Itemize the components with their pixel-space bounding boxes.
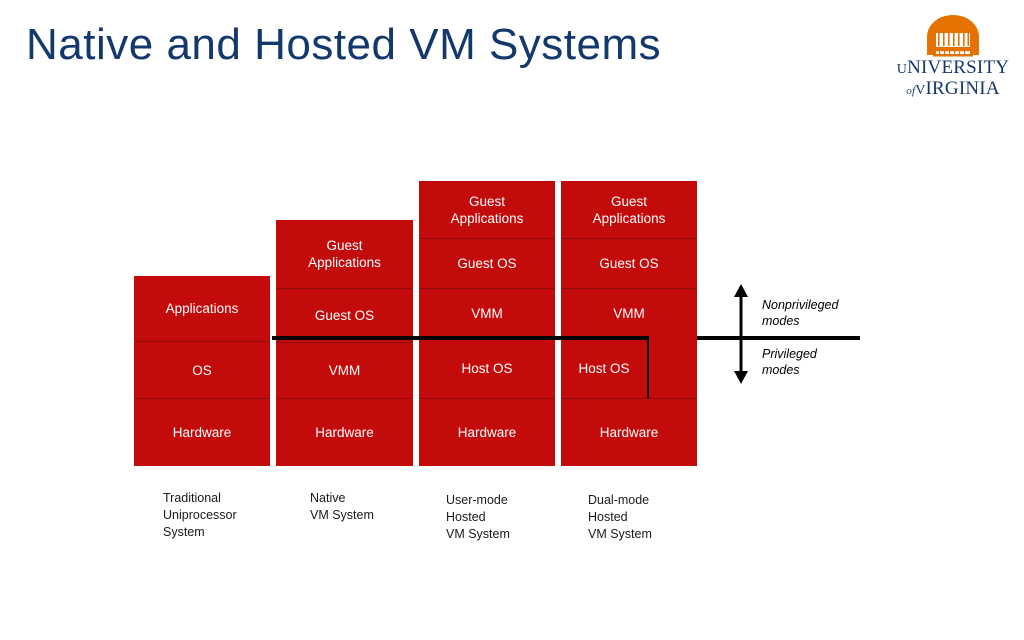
- layer-hardware: Hardware: [419, 398, 555, 466]
- host-os-right-edge-line: [647, 338, 649, 398]
- caption-user-mode-hosted-vm-system: User-mode Hosted VM System: [446, 493, 510, 541]
- layer-hardware: Hardware: [276, 398, 413, 466]
- layer-hardware: Hardware: [134, 398, 270, 466]
- layer-vmm: VMM: [419, 288, 555, 338]
- layer-applications: Applications: [134, 276, 270, 341]
- label-privileged-modes: Privileged modes: [762, 347, 817, 377]
- layer-host-os: Host OS: [561, 338, 649, 398]
- layer-guest-os: Guest OS: [561, 238, 697, 288]
- layer-guest-os: Guest OS: [419, 238, 555, 288]
- layer-vmm: VMM: [276, 342, 413, 398]
- privilege-boundary-line-right: [697, 336, 860, 340]
- vm-architecture-diagram: Applications OS Hardware Guest Applicatio…: [0, 0, 1024, 640]
- layer-guest-os: Guest OS: [276, 288, 413, 342]
- caption-native-vm-system: Native VM System: [310, 491, 374, 522]
- stack-traditional-uniprocessor-system: Applications OS Hardware: [134, 276, 270, 466]
- layer-hardware: Hardware: [561, 398, 697, 466]
- label-nonprivileged-modes: Nonprivileged modes: [762, 298, 839, 328]
- layer-vmm: VMM: [561, 288, 697, 338]
- layer-guest-applications: Guest Applications: [419, 181, 555, 238]
- stack-dual-mode-hosted-vm-system: Guest Applications Guest OS VMM Host OS H…: [561, 181, 697, 466]
- layer-guest-applications: Guest Applications: [276, 220, 413, 288]
- privilege-boundary-line-left: [272, 336, 649, 340]
- privilege-mode-arrow-icon: [734, 284, 748, 384]
- layer-os: OS: [134, 341, 270, 398]
- stack-native-vm-system: Guest Applications Guest OS VMM Hardware: [276, 220, 413, 466]
- layer-host-os: Host OS: [419, 338, 555, 398]
- layer-guest-applications: Guest Applications: [561, 181, 697, 238]
- caption-traditional-uniprocessor-system: Traditional Uniprocessor System: [163, 491, 237, 539]
- caption-dual-mode-hosted-vm-system: Dual-mode Hosted VM System: [588, 493, 652, 541]
- stack-user-mode-hosted-vm-system: Guest Applications Guest OS VMM Host OS H…: [419, 181, 555, 466]
